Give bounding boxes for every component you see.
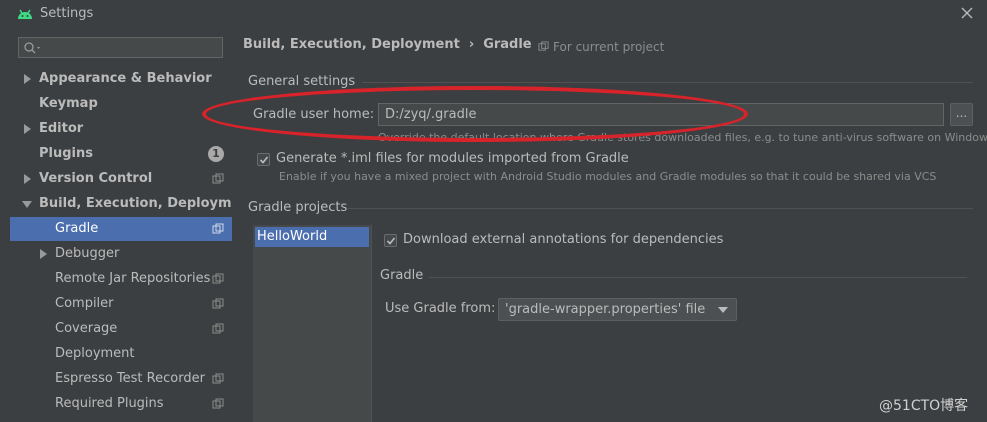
sidebar-item-version-control[interactable]: Version Control xyxy=(10,167,232,191)
project-scope-icon xyxy=(212,173,224,184)
download-annotations-checkbox[interactable] xyxy=(384,234,397,247)
search-box[interactable] xyxy=(18,37,223,58)
project-scope-icon xyxy=(212,323,224,334)
window-title: Settings xyxy=(40,6,94,21)
project-scope-icon xyxy=(212,273,224,284)
download-annotations-label[interactable]: Download external annotations for depend… xyxy=(403,232,723,247)
watermark: @51CTO博客 xyxy=(879,398,969,414)
project-item-helloworld[interactable]: HelloWorld xyxy=(255,227,369,247)
check-icon xyxy=(386,237,396,245)
breadcrumb: Build, Execution, Deployment › Gradle xyxy=(243,37,532,52)
search-icon xyxy=(24,42,40,54)
sidebar-item-label: Editor xyxy=(39,121,84,136)
gradle-projects-title: Gradle projects xyxy=(248,200,348,215)
sidebar-item-label: Gradle xyxy=(55,221,99,236)
chevron-down-icon xyxy=(718,307,728,313)
divider xyxy=(429,277,967,278)
project-scope-icon xyxy=(538,41,549,51)
sidebar-item-label: Coverage xyxy=(55,321,118,336)
breadcrumb-current: Gradle xyxy=(483,37,532,52)
project-scope-icon xyxy=(212,223,224,234)
scope-indicator: For current project xyxy=(538,40,664,54)
sidebar-item-build-execution-deployment[interactable]: Build, Execution, Deployment xyxy=(10,192,256,216)
close-icon[interactable] xyxy=(959,5,975,21)
sidebar-item-remote-jar-repositories[interactable]: Remote Jar Repositories xyxy=(10,267,232,291)
breadcrumb-parent[interactable]: Build, Execution, Deployment xyxy=(243,37,460,52)
sidebar-item-label: Remote Jar Repositories xyxy=(55,271,211,286)
settings-content: Build, Execution, Deployment › Gradle For … xyxy=(232,29,987,422)
gradle-user-home-label: Gradle user home: xyxy=(253,107,375,122)
sidebar-item-label: Keymap xyxy=(39,96,98,111)
notification-badge: 1 xyxy=(208,146,224,162)
gradle-user-home-input[interactable] xyxy=(378,103,944,126)
sidebar-item-gradle[interactable]: Gradle xyxy=(10,217,232,241)
sidebar-item-label: Plugins xyxy=(39,146,93,161)
sidebar-item-label: Espresso Test Recorder xyxy=(55,371,205,386)
generate-iml-hint: Enable if you have a mixed project with … xyxy=(279,170,937,183)
gradle-projects-list[interactable]: HelloWorld xyxy=(253,225,372,422)
use-gradle-from-select[interactable]: 'gradle-wrapper.properties' file xyxy=(498,298,737,321)
check-icon xyxy=(259,156,269,164)
generate-iml-label[interactable]: Generate *.iml files for modules importe… xyxy=(276,151,629,166)
divider xyxy=(348,208,973,209)
sidebar-item-plugins[interactable]: Plugins 1 xyxy=(10,142,232,166)
sidebar-item-editor[interactable]: Editor xyxy=(10,117,232,141)
sidebar-item-label: Debugger xyxy=(55,246,120,261)
sidebar-item-label: Build, Execution, Deployment xyxy=(39,196,256,211)
project-scope-icon xyxy=(212,398,224,409)
divider xyxy=(362,82,973,83)
sidebar-item-label: Required Plugins xyxy=(55,396,164,411)
sidebar-item-label: Version Control xyxy=(39,171,153,186)
scope-label: For current project xyxy=(553,40,665,54)
sidebar-item-deployment[interactable]: Deployment xyxy=(10,342,232,366)
sidebar-item-compiler[interactable]: Compiler xyxy=(10,292,232,316)
sidebar-item-appearance-behavior[interactable]: Appearance & Behavior xyxy=(10,67,232,91)
sidebar-item-coverage[interactable]: Coverage xyxy=(10,317,232,341)
use-gradle-from-value: 'gradle-wrapper.properties' file xyxy=(505,302,706,317)
expand-arrow-icon xyxy=(24,124,31,134)
title-bar: Settings xyxy=(0,0,987,29)
generate-iml-checkbox[interactable] xyxy=(257,153,270,166)
search-input[interactable] xyxy=(49,39,219,56)
browse-button[interactable]: ... xyxy=(950,103,973,126)
sidebar-item-label: Compiler xyxy=(55,296,114,311)
sidebar-item-espresso-test-recorder[interactable]: Espresso Test Recorder xyxy=(10,367,232,391)
settings-sidebar: Appearance & Behavior Keymap Editor Plug… xyxy=(0,29,256,422)
expand-arrow-icon xyxy=(40,249,47,259)
gradle-group-title: Gradle xyxy=(380,268,424,283)
general-settings-title: General settings xyxy=(248,74,356,89)
project-scope-icon xyxy=(212,373,224,384)
sidebar-item-label: Appearance & Behavior xyxy=(39,71,212,86)
project-scope-icon xyxy=(212,298,224,309)
sidebar-item-debugger[interactable]: Debugger xyxy=(10,242,232,266)
collapse-arrow-icon xyxy=(22,201,32,208)
sidebar-item-required-plugins[interactable]: Required Plugins xyxy=(10,392,232,416)
android-icon xyxy=(18,9,32,19)
breadcrumb-separator: › xyxy=(468,37,475,52)
sidebar-item-label: Deployment xyxy=(55,346,135,361)
gradle-user-home-hint: Override the default location where Grad… xyxy=(378,131,987,144)
sidebar-item-keymap[interactable]: Keymap xyxy=(10,92,232,116)
expand-arrow-icon xyxy=(24,74,31,84)
use-gradle-from-label: Use Gradle from: xyxy=(385,301,496,316)
expand-arrow-icon xyxy=(24,174,31,184)
